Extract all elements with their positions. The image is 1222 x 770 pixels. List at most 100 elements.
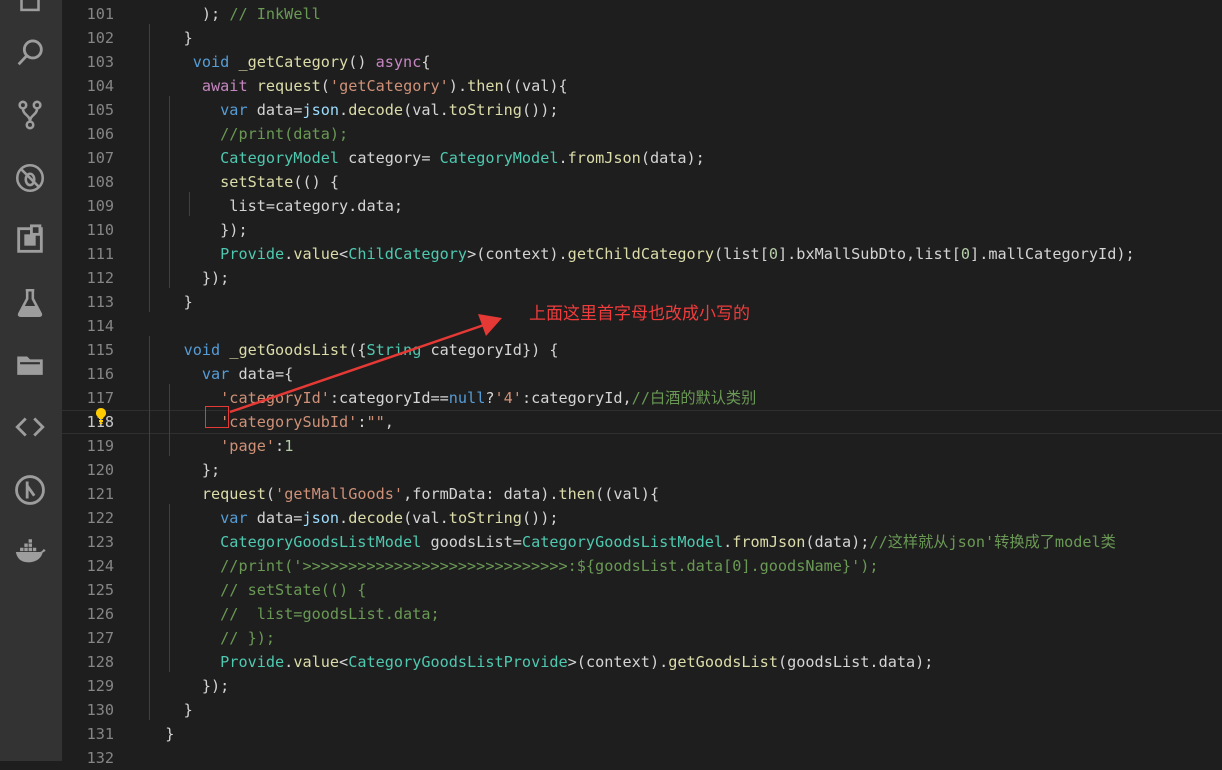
code-text: setState(() { <box>220 173 340 191</box>
debug-icon[interactable] <box>10 158 50 198</box>
code-line[interactable]: 121 request('getMallGoods',formData: dat… <box>62 482 1222 506</box>
code-text: } <box>147 701 193 719</box>
code-text: } <box>147 725 175 743</box>
code-line[interactable]: 120 }; <box>62 458 1222 482</box>
line-number: 105 <box>86 101 114 119</box>
code-text: var data=json.decode(val.toString()); <box>220 509 559 527</box>
flask-icon[interactable] <box>10 283 50 323</box>
code-editor[interactable]: 101 ); // InkWell 102 } 103 void _getCateg… <box>62 0 1222 767</box>
code-text: request('getMallGoods',formData: data).t… <box>201 485 660 503</box>
code-text: CategoryGoodsListModel goodsList=Categor… <box>220 533 1116 551</box>
line-number: 124 <box>86 557 114 575</box>
code-line[interactable]: 105 var data=json.decode(val.toString())… <box>62 98 1222 122</box>
code-text: //print(data); <box>220 125 349 143</box>
line-number: 122 <box>86 509 114 527</box>
code-text: Provide.value<CategoryGoodsListProvide>(… <box>220 653 934 671</box>
code-line[interactable]: 127 // }); <box>62 626 1222 650</box>
line-number: 113 <box>86 293 114 311</box>
extensions-icon[interactable] <box>10 220 50 260</box>
line-number: 128 <box>86 653 114 671</box>
code-text: }; <box>201 461 221 479</box>
annotation-text: 上面这里首字母也改成小写的 <box>529 304 750 324</box>
line-number: 123 <box>86 533 114 551</box>
code-text: var data=json.decode(val.toString()); <box>220 101 559 119</box>
code-text: Provide.value<ChildCategory>(context).ge… <box>220 245 1135 263</box>
line-number: 127 <box>86 629 114 647</box>
code-line[interactable]: 103 void _getCategory() async{ <box>62 50 1222 74</box>
code-line[interactable]: 124 //print('>>>>>>>>>>>>>>>>>>>>>>>>>>>… <box>62 554 1222 578</box>
code-text: await request('getCategory').then((val){ <box>201 77 568 95</box>
line-number: 115 <box>86 341 114 359</box>
code-line[interactable]: 119 'page':1 <box>62 434 1222 458</box>
code-line[interactable]: 122 var data=json.decode(val.toString())… <box>62 506 1222 530</box>
code-text: ); // InkWell <box>201 5 321 23</box>
annotation-highlight-box <box>205 406 229 428</box>
line-number: 112 <box>86 269 114 287</box>
code-line[interactable]: 108 setState(() { <box>62 170 1222 194</box>
files-icon[interactable] <box>10 0 50 20</box>
line-number: 108 <box>86 173 114 191</box>
git-graph-icon[interactable] <box>10 470 50 510</box>
line-number: 119 <box>86 437 114 455</box>
docker-icon[interactable] <box>10 532 50 572</box>
line-number: 107 <box>86 149 114 167</box>
code-line[interactable]: 107 CategoryModel category= CategoryMode… <box>62 146 1222 170</box>
code-line[interactable]: 118 'categorySubId':"", <box>62 410 1222 434</box>
code-line[interactable]: 101 ); // InkWell <box>62 2 1222 26</box>
code-text: void _getGoodsList({String categoryId}) … <box>183 341 559 359</box>
code-icon[interactable] <box>10 407 50 447</box>
code-line[interactable]: 110 }); <box>62 218 1222 242</box>
code-text: var data={ <box>201 365 294 383</box>
code-text: }); <box>201 269 230 287</box>
line-number: 129 <box>86 677 114 695</box>
code-line[interactable]: 109 list=category.data; <box>62 194 1222 218</box>
line-number: 114 <box>86 317 114 335</box>
code-line[interactable]: 130 } <box>62 698 1222 722</box>
source-control-icon[interactable] <box>10 95 50 135</box>
code-line[interactable]: 129 }); <box>62 674 1222 698</box>
code-line[interactable]: 128 Provide.value<CategoryGoodsListProvi… <box>62 650 1222 674</box>
code-line[interactable]: 123 CategoryGoodsListModel goodsList=Cat… <box>62 530 1222 554</box>
code-line[interactable]: 104 await request('getCategory').then((v… <box>62 74 1222 98</box>
code-line[interactable]: 115 void _getGoodsList({String categoryI… <box>62 338 1222 362</box>
code-text: }); <box>201 677 230 695</box>
code-line[interactable]: 125 // setState(() { <box>62 578 1222 602</box>
code-line[interactable]: 116 var data={ <box>62 362 1222 386</box>
code-text: //print('>>>>>>>>>>>>>>>>>>>>>>>>>>>>>:$… <box>220 557 879 575</box>
code-line[interactable]: 132 <box>62 746 1222 770</box>
line-number: 125 <box>86 581 114 599</box>
line-number: 102 <box>86 29 114 47</box>
code-text: } <box>147 293 193 311</box>
code-text: void _getCategory() async{ <box>192 53 431 71</box>
code-line[interactable]: 111 Provide.value<ChildCategory>(context… <box>62 242 1222 266</box>
lightbulb-icon[interactable] <box>93 406 109 426</box>
line-number: 132 <box>86 749 114 767</box>
line-number: 120 <box>86 461 114 479</box>
code-text: // }); <box>220 629 276 647</box>
code-text: // list=goodsList.data; <box>220 605 440 623</box>
line-number: 130 <box>86 701 114 719</box>
line-number: 111 <box>86 245 114 263</box>
code-line[interactable]: 102 } <box>62 26 1222 50</box>
code-line[interactable]: 112 }); <box>62 266 1222 290</box>
code-text: } <box>147 29 193 47</box>
code-text: list=category.data; <box>229 197 404 215</box>
line-number: 131 <box>86 725 114 743</box>
line-number: 106 <box>86 125 114 143</box>
line-number: 109 <box>86 197 114 215</box>
line-number: 110 <box>86 221 114 239</box>
code-line[interactable]: 117 'categoryId':categoryId==null?'4':ca… <box>62 386 1222 410</box>
line-number: 121 <box>86 485 114 503</box>
line-number: 126 <box>86 605 114 623</box>
code-text: 'categorySubId':"", <box>220 413 394 431</box>
code-text: CategoryModel category= CategoryModel.fr… <box>220 149 705 167</box>
activity-bar <box>0 0 62 761</box>
line-number: 104 <box>86 77 114 95</box>
code-line[interactable]: 131 } <box>62 722 1222 746</box>
code-text: 'categoryId':categoryId==null?'4':catego… <box>220 389 757 407</box>
code-line[interactable]: 106 //print(data); <box>62 122 1222 146</box>
code-line[interactable]: 126 // list=goodsList.data; <box>62 602 1222 626</box>
search-icon[interactable] <box>10 33 50 73</box>
line-number: 103 <box>86 53 114 71</box>
folder-icon[interactable] <box>10 345 50 385</box>
